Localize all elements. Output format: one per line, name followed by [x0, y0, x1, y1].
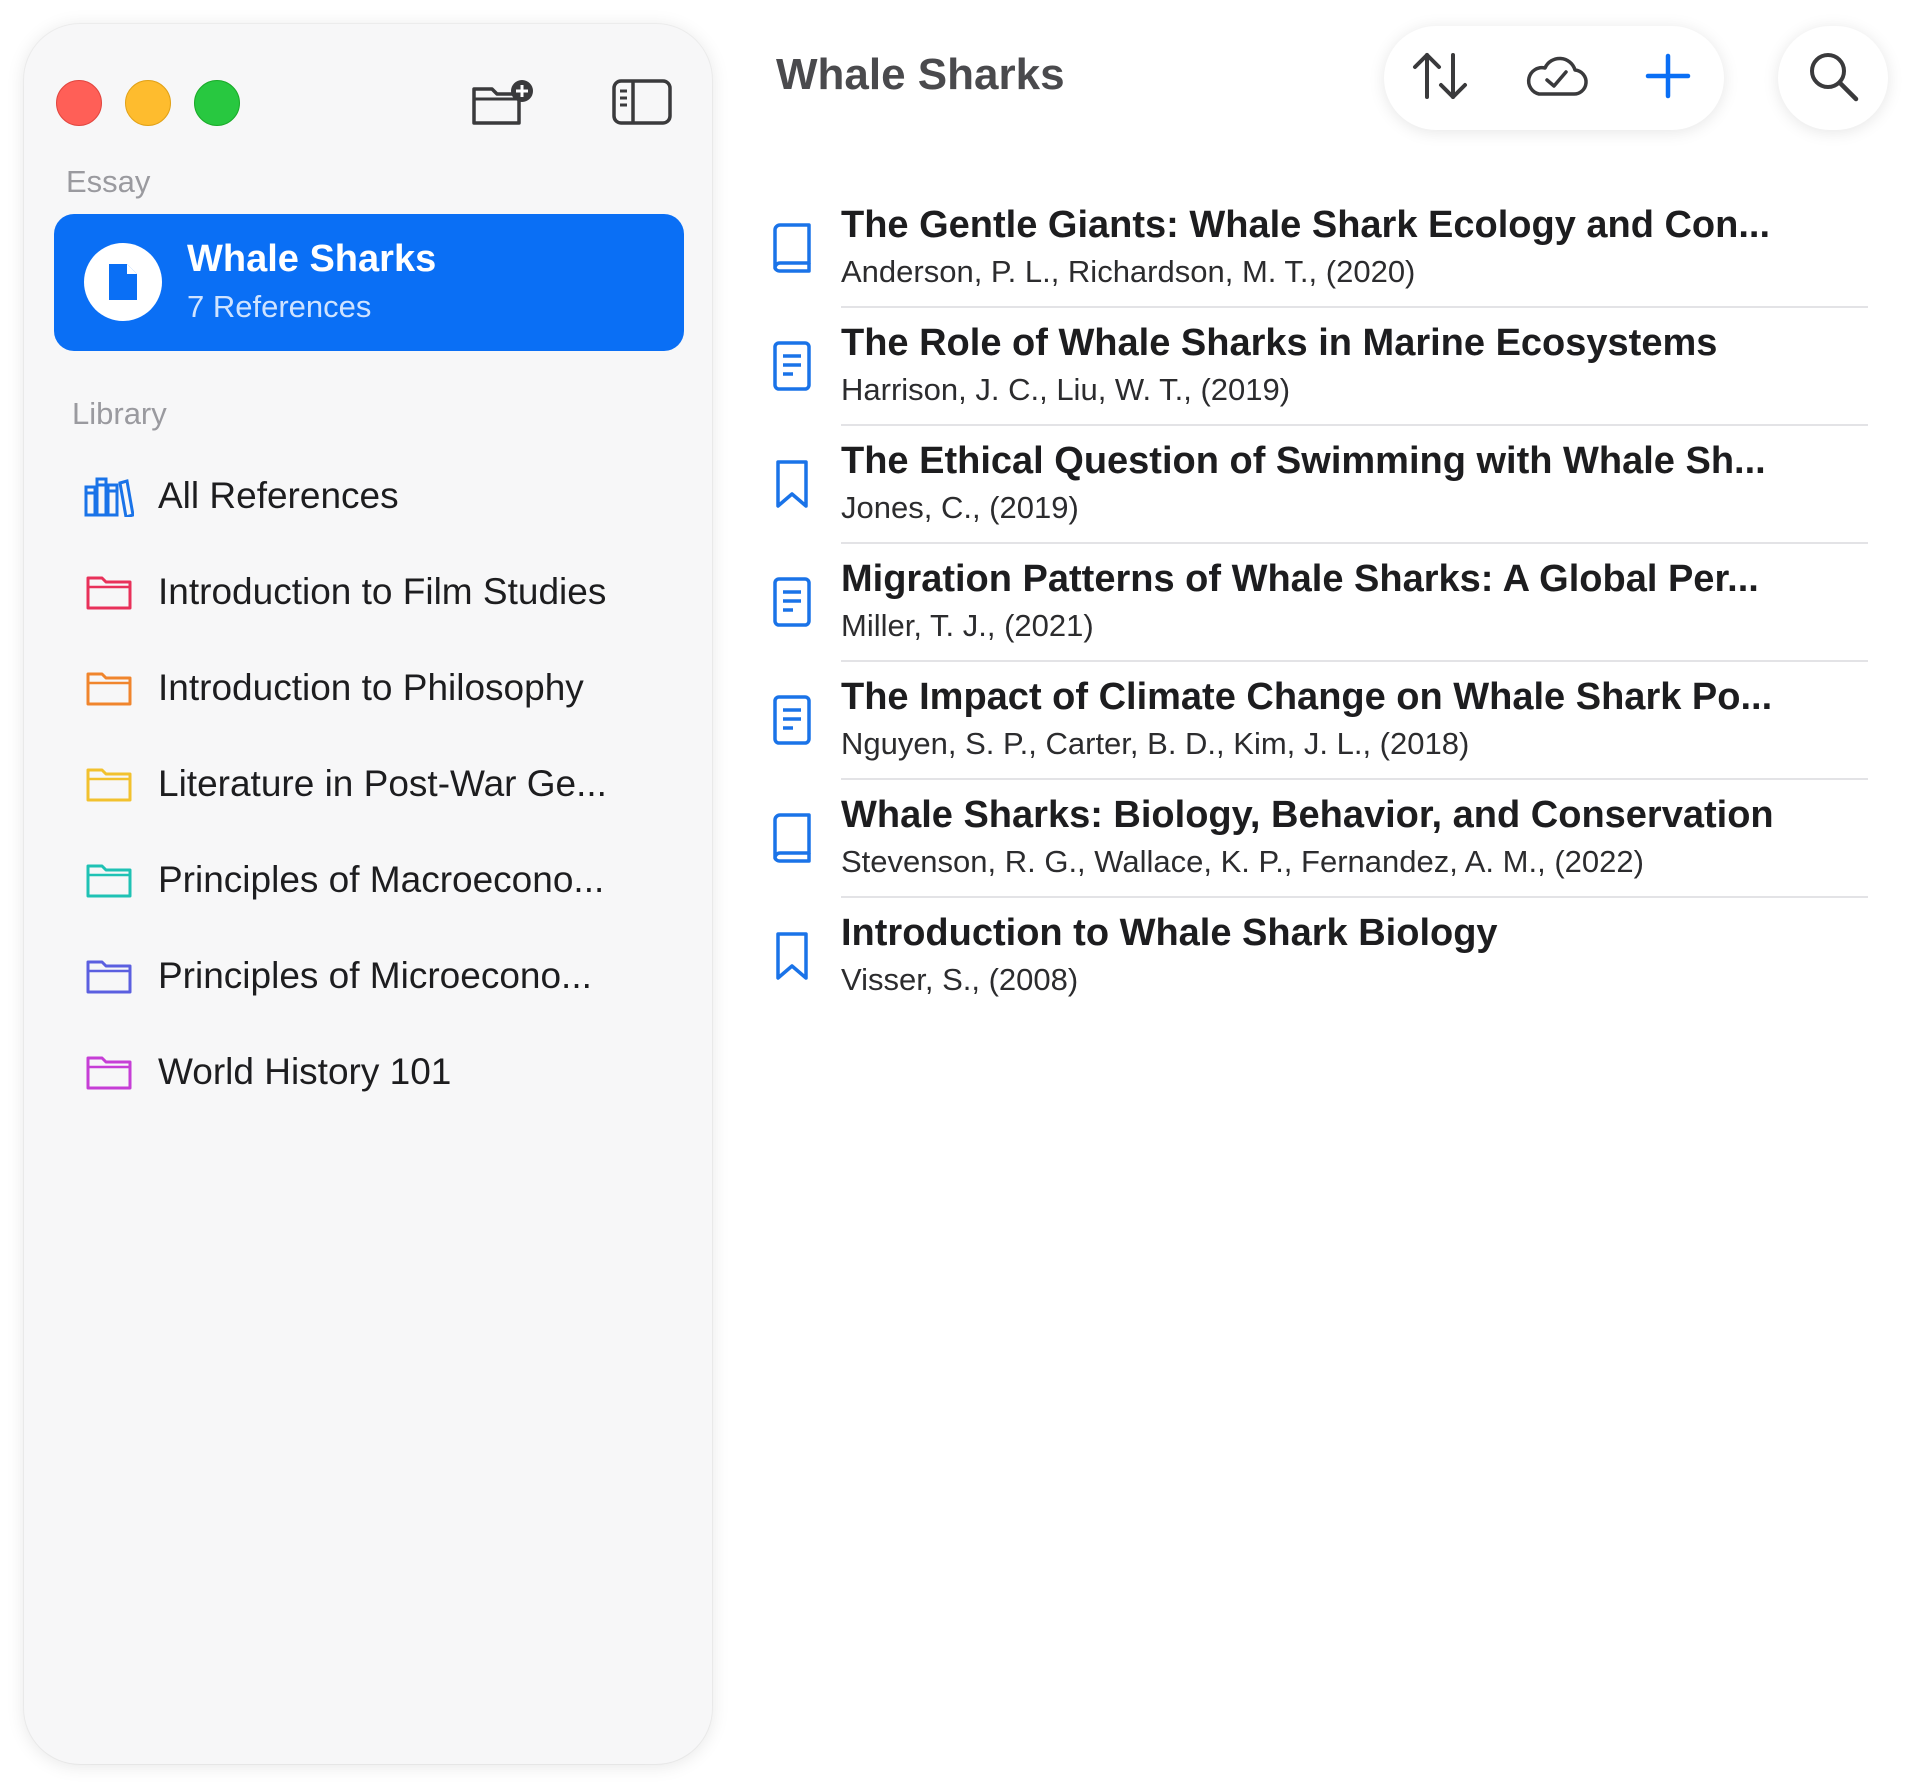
sidebar-item-whale-sharks[interactable]: Whale Sharks 7 References: [54, 214, 684, 351]
article-icon: [770, 338, 814, 394]
sort-arrows-icon: [1409, 49, 1471, 108]
reference-authors: Jones, C., (2019): [841, 490, 1079, 525]
reference-authors: Harrison, J. C., Liu, W. T., (2019): [841, 372, 1291, 407]
sidebar-item-all-references[interactable]: All References: [84, 461, 694, 531]
folder-icon: [84, 1047, 134, 1097]
search-button[interactable]: [1778, 26, 1888, 130]
reference-title: Migration Patterns of Whale Sharks: A Gl…: [841, 558, 1759, 600]
books-icon: [84, 471, 134, 521]
article-icon: [770, 692, 814, 748]
search-icon: [1806, 49, 1860, 108]
selected-essay-title: Whale Sharks: [187, 238, 437, 280]
page-title: Whale Sharks: [776, 50, 1065, 99]
reference-row[interactable]: Migration Patterns of Whale Sharks: A Gl…: [770, 544, 1868, 662]
reference-row[interactable]: Introduction to Whale Shark Biology Viss…: [770, 898, 1868, 1016]
reference-authors: Miller, T. J., (2021): [841, 608, 1094, 643]
sort-button[interactable]: [1408, 48, 1472, 108]
reference-row[interactable]: The Ethical Question of Swimming with Wh…: [770, 426, 1868, 544]
bookmark-icon: [770, 456, 814, 512]
reference-title: The Role of Whale Sharks in Marine Ecosy…: [841, 322, 1718, 364]
sidebar-item-label: Literature in Post-War Ge...: [158, 763, 607, 804]
library-section-label: Library: [72, 396, 167, 431]
sidebar-item-literature[interactable]: Literature in Post-War Ge...: [84, 749, 694, 819]
reference-row[interactable]: The Role of Whale Sharks in Marine Ecosy…: [770, 308, 1868, 426]
cloud-check-icon: [1523, 52, 1589, 105]
sidebar-item-label: Introduction to Film Studies: [158, 571, 607, 612]
zoom-window-button[interactable]: [194, 80, 240, 126]
sidebar-item-microeconomics[interactable]: Principles of Microecono...: [84, 941, 694, 1011]
reference-title: The Impact of Climate Change on Whale Sh…: [841, 676, 1773, 718]
folder-icon: [84, 951, 134, 1001]
book-icon: [770, 220, 814, 276]
reference-authors: Visser, S., (2008): [841, 962, 1079, 997]
sidebar-item-label: All References: [158, 475, 399, 516]
essay-section-label: Essay: [66, 164, 151, 199]
sidebar-toggle-button[interactable]: [606, 76, 678, 132]
folder-icon: [84, 567, 134, 617]
book-icon: [770, 810, 814, 866]
sidebar-item-label: Introduction to Philosophy: [158, 667, 584, 708]
minimize-window-button[interactable]: [125, 80, 171, 126]
reference-row[interactable]: The Impact of Climate Change on Whale Sh…: [770, 662, 1868, 780]
new-folder-button[interactable]: [468, 76, 540, 132]
document-icon: [84, 243, 162, 321]
sidebar-item-world-history[interactable]: World History 101: [84, 1037, 694, 1107]
add-reference-button[interactable]: [1636, 48, 1700, 108]
article-icon: [770, 574, 814, 630]
folder-badge-plus-icon: [470, 77, 538, 132]
reference-title: The Ethical Question of Swimming with Wh…: [841, 440, 1766, 482]
reference-title: Introduction to Whale Shark Biology: [841, 912, 1498, 954]
reference-title: Whale Sharks: Biology, Behavior, and Con…: [841, 794, 1774, 836]
reference-title: The Gentle Giants: Whale Shark Ecology a…: [841, 204, 1771, 246]
sidebar: Essay Whale Sharks 7 References Library: [24, 24, 712, 1764]
sidebar-item-film-studies[interactable]: Introduction to Film Studies: [84, 557, 694, 627]
close-window-button[interactable]: [56, 80, 102, 126]
sidebar-icon: [611, 78, 673, 131]
reference-authors: Nguyen, S. P., Carter, B. D., Kim, J. L.…: [841, 726, 1470, 761]
reference-authors: Anderson, P. L., Richardson, M. T., (202…: [841, 254, 1416, 289]
selected-essay-count: 7 References: [187, 289, 372, 324]
bookmark-icon: [770, 928, 814, 984]
reference-row[interactable]: The Gentle Giants: Whale Shark Ecology a…: [770, 190, 1868, 308]
toolbar-button-group: [1384, 26, 1724, 130]
sidebar-item-macroeconomics[interactable]: Principles of Macroecono...: [84, 845, 694, 915]
sidebar-item-label: Principles of Microecono...: [158, 955, 592, 996]
folder-icon: [84, 663, 134, 713]
folder-icon: [84, 759, 134, 809]
reference-authors: Stevenson, R. G., Wallace, K. P., Fernan…: [841, 844, 1644, 879]
sidebar-item-label: Principles of Macroecono...: [158, 859, 605, 900]
folder-icon: [84, 855, 134, 905]
sync-button[interactable]: [1524, 48, 1588, 108]
sidebar-item-philosophy[interactable]: Introduction to Philosophy: [84, 653, 694, 723]
plus-icon: [1644, 52, 1692, 105]
sidebar-item-label: World History 101: [158, 1051, 452, 1092]
reference-row[interactable]: Whale Sharks: Biology, Behavior, and Con…: [770, 780, 1868, 898]
